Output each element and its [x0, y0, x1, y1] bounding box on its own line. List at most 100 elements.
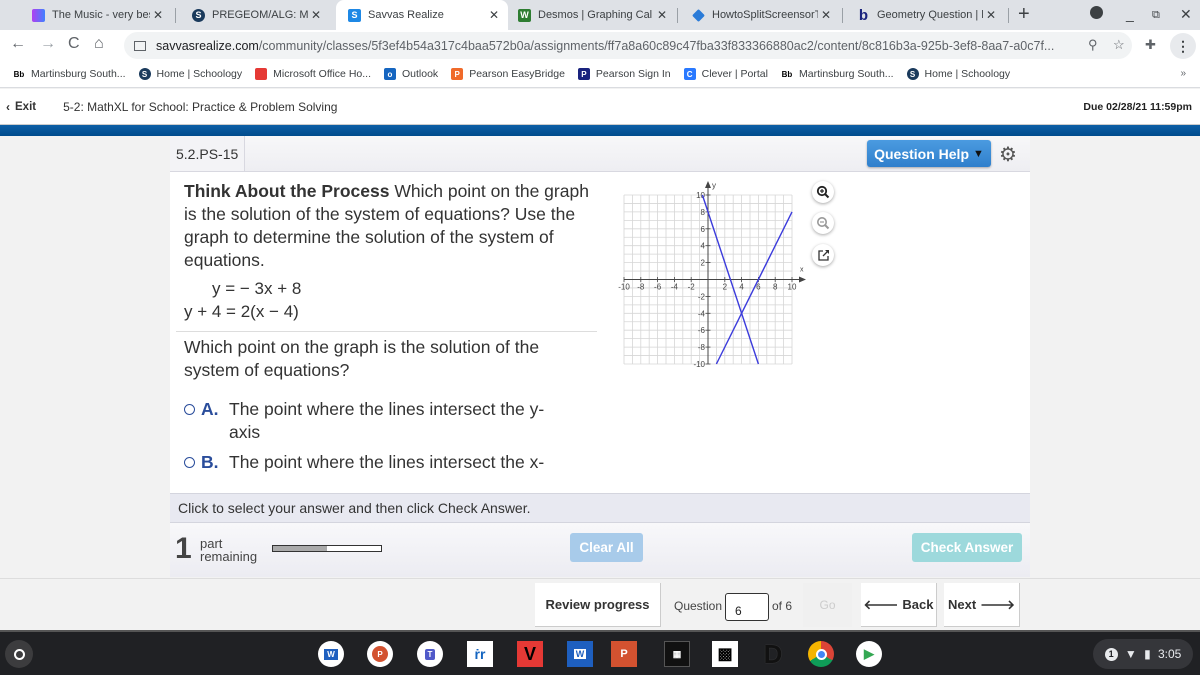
- calculator-icon[interactable]: ▦: [664, 641, 690, 667]
- zoom-in-icon[interactable]: [812, 181, 834, 203]
- reload-icon[interactable]: C: [68, 35, 80, 53]
- music-app-icon: [32, 8, 45, 22]
- tab-desmos[interactable]: W Desmos | Graphing Cal ✕: [506, 0, 676, 30]
- bookmark-item[interactable]: Microsoft Office Ho...: [255, 68, 371, 80]
- x-tick-label: -4: [671, 283, 679, 292]
- tab-separator: [677, 8, 678, 23]
- play-store-icon[interactable]: ▶: [856, 641, 882, 667]
- launcher-circle-icon: [13, 648, 25, 660]
- y-tick-label: 8: [701, 208, 706, 217]
- diamond-icon: [692, 8, 705, 22]
- y-tick-label: 6: [701, 225, 706, 234]
- tab-pregeom[interactable]: S PREGEOM/ALG: Mr. Bur ✕: [180, 0, 330, 30]
- word-doc-icon[interactable]: W: [567, 641, 593, 667]
- bookmark-item[interactable]: o Outlook: [384, 68, 438, 80]
- minimize-icon[interactable]: _: [1126, 6, 1134, 22]
- close-tab-icon[interactable]: ✕: [150, 8, 166, 22]
- close-tab-icon[interactable]: ✕: [654, 8, 670, 22]
- popout-icon[interactable]: [812, 244, 834, 266]
- close-window-icon[interactable]: ✕: [1180, 6, 1192, 23]
- bookmark-item[interactable]: Bb Martinsburg South...: [781, 68, 894, 80]
- question-text: Think About the Process Which point on t…: [184, 181, 589, 270]
- bookmark-item[interactable]: S Home | Schoology: [138, 68, 242, 80]
- question-footer: 1 part remaining Clear All Check Answer: [170, 523, 1030, 577]
- forward-arrow-icon[interactable]: →: [40, 35, 56, 53]
- arrow-right-icon: 🡒: [980, 596, 1016, 612]
- reading-app-icon[interactable]: ṙr: [467, 641, 493, 667]
- bookmark-item[interactable]: Bb Martinsburg South...: [13, 68, 126, 80]
- schoology-icon: S: [906, 68, 919, 80]
- site-info-icon[interactable]: [134, 40, 146, 51]
- parts-remaining-label: part remaining: [200, 536, 258, 564]
- browser-toolbar: ← → C ⌂ savvasrealize.com/community/clas…: [0, 30, 1200, 61]
- tab-geometry-question[interactable]: b Geometry Question | ba ✕: [845, 0, 1005, 30]
- address-bar[interactable]: savvasrealize.com/community/classes/5f3e…: [124, 32, 1132, 59]
- savvas-icon: S: [348, 8, 361, 22]
- back-button[interactable]: 🡐 Back: [861, 583, 937, 627]
- clear-all-button[interactable]: Clear All: [570, 533, 643, 562]
- tab-savvas-realize[interactable]: S Savvas Realize ✕: [336, 0, 508, 30]
- blackboard-icon: Bb: [781, 69, 793, 79]
- radio-button[interactable]: [184, 404, 195, 415]
- new-tab-button[interactable]: +: [1018, 3, 1030, 26]
- extensions-puzzle-icon[interactable]: ✚: [1145, 37, 1156, 53]
- powerpoint-doc-icon[interactable]: P: [611, 641, 637, 667]
- bookmark-item[interactable]: S Home | Schoology: [906, 68, 1010, 80]
- question-id: 5.2.PS-15: [170, 136, 246, 171]
- browser-menu-icon[interactable]: ⋮: [1170, 33, 1196, 59]
- question-help-button[interactable]: Question Help ▼: [867, 140, 991, 167]
- x-tick-label: 10: [788, 283, 797, 292]
- close-tab-icon[interactable]: ✕: [818, 8, 834, 22]
- divider: [176, 331, 597, 332]
- bookmarks-bar: Bb Martinsburg South... S Home | Schoology…: [0, 61, 1200, 88]
- question-number-input[interactable]: [725, 593, 769, 621]
- bookmarks-overflow-button[interactable]: »: [1180, 68, 1186, 79]
- tab-separator: [1008, 8, 1009, 23]
- home-icon[interactable]: ⌂: [94, 35, 104, 53]
- close-tab-icon[interactable]: ✕: [308, 8, 324, 22]
- exit-button[interactable]: ‹ Exit: [6, 100, 36, 114]
- zoom-out-icon[interactable]: [812, 212, 834, 234]
- x-tick-label: -6: [654, 283, 662, 292]
- x-axis-arrow: [799, 276, 806, 283]
- parts-progress-bar: [272, 545, 382, 552]
- profile-icon[interactable]: [1090, 6, 1103, 22]
- bookmark-item[interactable]: C Clever | Portal: [683, 68, 768, 80]
- question-panel: 5.2.PS-15 Question Help ▼ ⚙ Think About …: [170, 136, 1030, 577]
- teams-icon[interactable]: T: [417, 641, 443, 667]
- next-button[interactable]: Next 🡒: [944, 583, 1020, 627]
- tab-separator: [842, 8, 843, 23]
- radio-button[interactable]: [184, 457, 195, 468]
- status-tray[interactable]: 1 ▼ ▮ 3:05: [1093, 639, 1193, 669]
- launcher-button[interactable]: [5, 640, 33, 668]
- review-progress-button[interactable]: Review progress: [535, 583, 661, 627]
- go-button[interactable]: Go: [803, 583, 852, 627]
- bookmark-item[interactable]: P Pearson Sign In: [577, 68, 671, 80]
- x-tick-label: -2: [688, 283, 696, 292]
- location-pin-icon[interactable]: ⚲: [1088, 37, 1098, 53]
- pearson-icon: P: [577, 68, 590, 80]
- y-tick-label: -8: [698, 343, 706, 352]
- qr-code-icon[interactable]: ▩: [712, 641, 738, 667]
- gear-icon[interactable]: ⚙: [999, 142, 1017, 167]
- x-tick-label: -10: [618, 283, 630, 292]
- restore-icon[interactable]: ⧉: [1152, 9, 1160, 22]
- bookmark-item[interactable]: P Pearson EasyBridge: [451, 68, 565, 80]
- close-tab-icon[interactable]: ✕: [486, 8, 502, 22]
- chrome-icon[interactable]: [808, 641, 834, 667]
- word-icon[interactable]: W: [318, 641, 344, 667]
- chevron-left-icon: ‹: [6, 99, 10, 114]
- powerpoint-icon[interactable]: P: [367, 641, 393, 667]
- vivaldi-icon[interactable]: V: [517, 641, 543, 667]
- choice-b[interactable]: B. The point where the lines intersect t…: [184, 451, 569, 474]
- assignment-header: ‹ Exit 5-2: MathXL for School: Practice …: [0, 89, 1200, 125]
- tab-howtosplit[interactable]: HowtoSplitScreensorTa ✕: [680, 0, 840, 30]
- tab-music[interactable]: The Music - very best A ✕: [20, 0, 172, 30]
- close-tab-icon[interactable]: ✕: [983, 8, 999, 22]
- back-arrow-icon[interactable]: ←: [10, 35, 26, 53]
- bookmark-star-icon[interactable]: ☆: [1113, 37, 1125, 53]
- docs-d-icon[interactable]: D: [760, 639, 786, 669]
- choice-a[interactable]: A. The point where the lines intersect t…: [184, 398, 569, 444]
- bartleby-icon: b: [858, 6, 869, 24]
- check-answer-button[interactable]: Check Answer: [912, 533, 1022, 562]
